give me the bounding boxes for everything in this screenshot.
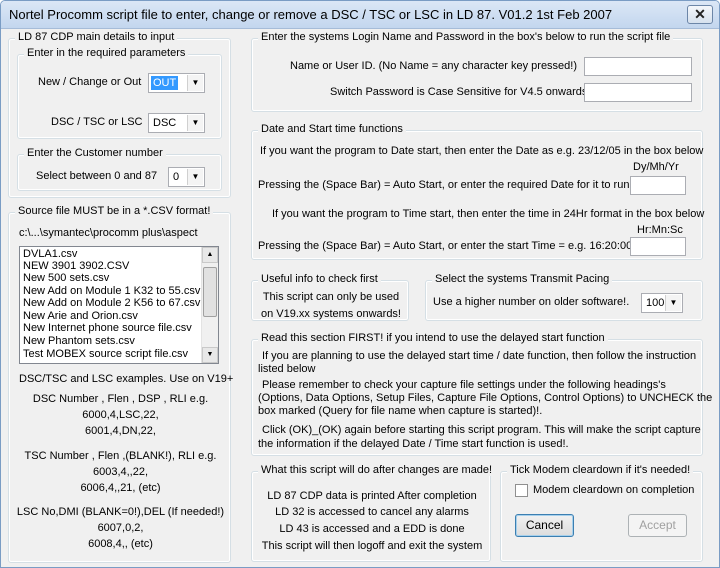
- source-group-title: Source file MUST be in a *.CSV format!: [15, 205, 214, 217]
- source-path: c:\...\symantec\procomm plus\aspect: [19, 227, 198, 239]
- mode-select[interactable]: OUT ▼: [148, 73, 205, 93]
- readme-p3-line2: the information if the delayed Date / Ti…: [258, 438, 569, 450]
- time-input[interactable]: [630, 237, 686, 256]
- lsc-example-1: 6007,0,2,: [97, 522, 144, 534]
- dsc-example-2: 6001,4,DN,22,: [85, 425, 156, 437]
- list-item[interactable]: Test MOBEX source script file.csv: [23, 348, 188, 360]
- params-group: Enter in the required parameters New / C…: [17, 47, 222, 139]
- whatdo-line-3: LD 43 is accessed and a EDD is done: [279, 523, 465, 535]
- dsc-example-1: 6000,4,LSC,22,: [82, 409, 159, 421]
- readme-p1-line2: listed below: [258, 363, 316, 375]
- whatdo-group: What this script will do after changes a…: [251, 464, 496, 562]
- customer-select[interactable]: 0 ▼: [168, 167, 205, 187]
- useful-line-2: on V19.xx systems onwards!: [260, 308, 401, 320]
- cdp-group: LD 87 CDP main details to input Enter in…: [8, 31, 231, 198]
- list-item[interactable]: New Phantom sets.csv: [23, 335, 135, 347]
- customer-label: Select between 0 and 87: [36, 170, 158, 182]
- readme-p2-line2: (Options, Data Options, Setup Files, Cap…: [258, 392, 713, 404]
- close-button[interactable]: ✕: [687, 5, 713, 24]
- pacing-group: Select the systems Transmit Pacing Use a…: [425, 273, 703, 321]
- tsc-header: TSC Number , Flen ,(BLANK!), RLI e.g.: [24, 450, 217, 462]
- source-group: Source file MUST be in a *.CSV format! c…: [8, 205, 234, 563]
- whatdo-group-title: What this script will do after changes a…: [258, 464, 496, 476]
- readme-p3-line1: Click (OK)_(OK) again before starting th…: [262, 424, 701, 436]
- dialog-client: LD 87 CDP main details to input Enter in…: [1, 30, 719, 567]
- readme-p1-line1: If you are planning to use the delayed s…: [262, 350, 697, 362]
- scroll-thumb[interactable]: [203, 267, 217, 317]
- cancel-button[interactable]: Cancel: [515, 514, 574, 537]
- modem-group-title: Tick Modem cleardown if it's needed!: [507, 464, 694, 476]
- title-bar[interactable]: Nortel Procomm script file to enter, cha…: [1, 1, 719, 29]
- pacing-value: 100: [646, 297, 665, 309]
- file-list-scrollbar[interactable]: ▲ ▼: [201, 247, 218, 363]
- modem-cleardown-checkbox[interactable]: [515, 484, 528, 497]
- readme-group: Read this section FIRST! if you intend t…: [251, 332, 712, 456]
- user-id-input[interactable]: [584, 57, 692, 76]
- list-item[interactable]: New Add on Module 1 K32 to 55.csv: [23, 285, 200, 297]
- date-input[interactable]: [630, 176, 686, 195]
- lsc-header: LSC No,DMI (BLANK=0!),DEL (If needed!): [16, 506, 225, 518]
- readme-p2-line1: Please remember to check your capture fi…: [262, 379, 666, 391]
- close-icon: ✕: [694, 6, 706, 22]
- type-value: DSC: [153, 117, 177, 129]
- login-group-title: Enter the systems Login Name and Passwor…: [258, 31, 674, 43]
- whatdo-line-4: This script will then logoff and exit th…: [261, 540, 483, 552]
- list-item[interactable]: DVLA1.csv: [23, 248, 77, 260]
- window-title: Nortel Procomm script file to enter, cha…: [9, 7, 613, 22]
- whatdo-line-2: LD 32 is accessed to cancel any alarms: [275, 506, 469, 518]
- file-list[interactable]: DVLA1.csv NEW 3901 3902.CSV New 500 sets…: [19, 246, 219, 364]
- chevron-down-icon[interactable]: ▼: [187, 169, 203, 185]
- time-info: If you want the program to Time start, t…: [272, 208, 705, 220]
- type-select[interactable]: DSC ▼: [148, 113, 205, 133]
- modem-group: Tick Modem cleardown if it's needed! Mod…: [500, 464, 703, 562]
- params-group-title: Enter in the required parameters: [24, 47, 189, 59]
- user-label: Name or User ID. (No Name = any characte…: [290, 60, 578, 72]
- pacing-label: Use a higher number on older software!.: [433, 296, 630, 308]
- customer-value: 0: [173, 171, 180, 183]
- chevron-down-icon[interactable]: ▼: [665, 295, 681, 311]
- list-item[interactable]: New Internet phone source file.csv: [23, 322, 192, 334]
- list-item[interactable]: New Add on Module 2 K56 to 67.csv: [23, 297, 200, 309]
- useful-group-title: Useful info to check first: [258, 273, 381, 285]
- login-group: Enter the systems Login Name and Passwor…: [251, 31, 703, 112]
- password-label: Switch Password is Case Sensitive for V4…: [330, 86, 588, 98]
- readme-p2-line3: box marked (Query for file name when cap…: [258, 405, 543, 417]
- cdp-group-title: LD 87 CDP main details to input: [15, 31, 178, 43]
- scroll-up-icon[interactable]: ▲: [202, 247, 218, 263]
- accept-button[interactable]: Accept: [628, 514, 687, 537]
- list-item[interactable]: NEW 3901 3902.CSV: [23, 260, 129, 272]
- date-format: Dy/Mh/Yr: [633, 161, 679, 173]
- customer-group: Enter the Customer number Select between…: [17, 147, 222, 191]
- useful-line-1: This script can only be used: [262, 291, 400, 303]
- time-prompt: Pressing the (Space Bar) = Auto Start, o…: [258, 240, 633, 252]
- whatdo-line-1: LD 87 CDP data is printed After completi…: [267, 490, 477, 502]
- customer-group-title: Enter the Customer number: [24, 147, 166, 159]
- date-prompt: Pressing the (Space Bar) = Auto Start, o…: [258, 179, 630, 191]
- chevron-down-icon[interactable]: ▼: [187, 115, 203, 131]
- main-window: Nortel Procomm script file to enter, cha…: [0, 0, 720, 568]
- pacing-group-title: Select the systems Transmit Pacing: [432, 273, 613, 285]
- mode-label: New / Change or Out: [38, 76, 142, 88]
- examples-heading: DSC/TSC and LSC examples. Use on V19+: [19, 373, 234, 385]
- list-item[interactable]: New Arie and Orion.csv: [23, 310, 138, 322]
- datetime-group: Date and Start time functions If you wan…: [251, 123, 705, 260]
- time-format: Hr:Mn:Sc: [637, 224, 683, 236]
- list-item[interactable]: New 500 sets.csv: [23, 272, 109, 284]
- pacing-select[interactable]: 100 ▼: [641, 293, 683, 313]
- useful-group: Useful info to check first This script c…: [251, 273, 409, 321]
- scroll-down-icon[interactable]: ▼: [202, 347, 218, 363]
- tsc-example-1: 6003,4,,22,: [92, 466, 149, 478]
- datetime-group-title: Date and Start time functions: [258, 123, 406, 135]
- date-info: If you want the program to Date start, t…: [260, 145, 704, 157]
- mode-value: OUT: [151, 76, 179, 90]
- readme-group-title: Read this section FIRST! if you intend t…: [258, 332, 608, 344]
- lsc-example-2: 6008,4,, (etc): [88, 538, 153, 550]
- tsc-example-2: 6006,4,,21, (etc): [80, 482, 161, 494]
- dsc-header: DSC Number , Flen , DSP , RLI e.g.: [32, 393, 209, 405]
- type-label: DSC / TSC or LSC: [51, 116, 143, 128]
- modem-cleardown-label[interactable]: Modem cleardown on completion: [533, 484, 694, 496]
- password-input[interactable]: [584, 83, 692, 102]
- chevron-down-icon[interactable]: ▼: [187, 75, 203, 91]
